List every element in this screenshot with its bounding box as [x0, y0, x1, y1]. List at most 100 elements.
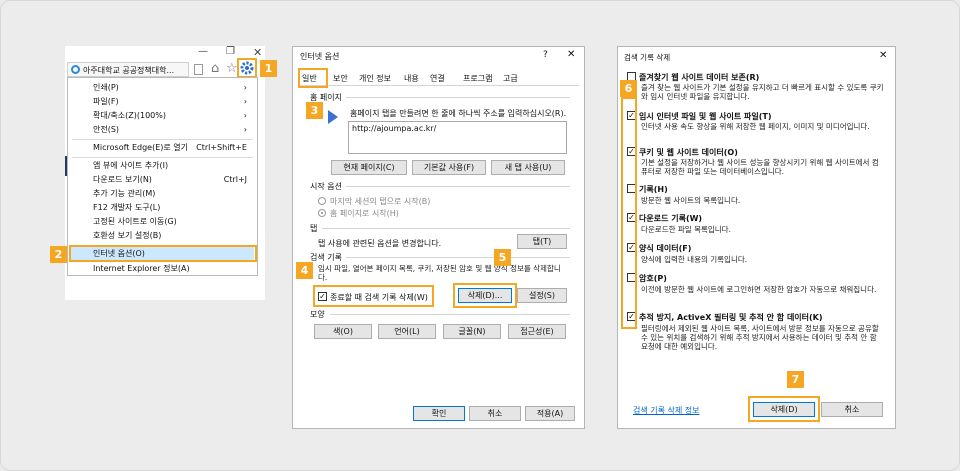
appearance-group: 모양 [310, 310, 325, 319]
new-tab-icon[interactable] [194, 64, 203, 75]
item-label-tracking-protection: 추적 방지, ActiveX 필터링 및 추적 안 함 데이터(K) [639, 313, 823, 322]
favorites-star-icon[interactable]: ☆ [226, 61, 238, 76]
tab-advanced[interactable]: 고급 [503, 72, 518, 86]
history-settings-button[interactable]: 설정(S) [517, 288, 567, 303]
tab-connections[interactable]: 연결 [430, 72, 445, 86]
menu-shortcut: Ctrl+Shift+E [196, 143, 247, 152]
tab-programs[interactable]: 프로그램 [463, 72, 492, 86]
delete-dialog-title: 검색 기록 삭제 [624, 53, 671, 62]
item-label-form-data: 양식 데이터(F) [639, 244, 692, 253]
item-label-passwords: 암호(P) [639, 274, 667, 283]
tabs-settings-button[interactable]: 탭(T) [517, 234, 567, 249]
step-badge-7: 7 [787, 371, 804, 388]
step-badge-5: 5 [494, 249, 511, 266]
item-label-cookies: 쿠키 및 웹 사이트 데이터(O) [639, 148, 738, 157]
highlight-checkboxes [621, 97, 637, 329]
highlight-general-tab [298, 68, 328, 88]
highlight-delete-on-exit [313, 285, 434, 307]
radio-last-session[interactable] [318, 197, 326, 205]
menu-item-addons[interactable]: 추가 기능 관리(M) [93, 188, 155, 200]
radio-home-page[interactable] [318, 209, 326, 217]
menu-separator [72, 139, 253, 140]
menu-item-compat-view[interactable]: 호환성 보기 설정(B) [93, 230, 161, 242]
delete-cancel-button[interactable]: 취소 [821, 402, 883, 417]
item-desc-form-data: 양식에 입력한 내용의 기록입니다. [641, 255, 748, 264]
dialog-title: 인터넷 옵션 [300, 52, 340, 61]
step-badge-3: 3 [306, 102, 323, 119]
item-label-history: 기록(H) [639, 185, 668, 194]
group-line [330, 314, 570, 315]
group-line [322, 228, 570, 229]
chevron-right-icon: › [243, 83, 247, 92]
tab-content[interactable]: 내용 [404, 72, 419, 86]
highlight-gear [237, 58, 257, 78]
step-badge-4: 4 [296, 262, 313, 279]
tabs-desc: 탭 사용에 관련된 옵션을 변경합니다. [318, 239, 442, 248]
home-page-desc: 홈페이지 탭을 만들려면 한 줄에 하나씩 주소를 입력하십시오(R). [350, 109, 567, 118]
group-line [346, 186, 570, 187]
accessibility-button[interactable]: 접근성(E) [508, 324, 566, 339]
cancel-button[interactable]: 취소 [469, 406, 521, 421]
step-badge-2: 2 [50, 246, 67, 263]
menu-item-about-ie[interactable]: Internet Explorer 정보(A) [93, 263, 190, 275]
colors-button[interactable]: 색(O) [314, 324, 372, 339]
ok-button[interactable]: 확인 [413, 406, 465, 421]
about-delete-history-link[interactable]: 검색 기록 삭제 정보 [633, 405, 700, 416]
startup-home-page-label: 홈 페이지로 시작(H) [330, 209, 399, 218]
apply-button[interactable]: 적용(A) [525, 406, 575, 421]
menu-item-safety[interactable]: 안전(S) [93, 124, 119, 136]
delete-dialog-close-button[interactable]: ✕ [879, 50, 887, 61]
item-desc-preserve-favorites: 즐겨 찾는 웹 사이트가 기본 설정을 유지하고 더 빠르게 표시할 수 있도록… [641, 83, 884, 101]
tab-security[interactable]: 보안 [333, 72, 348, 86]
home-arrow-icon [328, 110, 338, 124]
menu-separator [72, 157, 253, 158]
dialog-close-button[interactable]: ✕ [567, 49, 575, 60]
item-desc-downloads: 다운로드한 파일 목록입니다. [641, 225, 731, 234]
minimize-button[interactable]: — [198, 46, 208, 57]
item-label-preserve-favorites: 즐겨찾기 웹 사이트 데이터 보존(R) [639, 73, 760, 82]
home-page-group: 홈 페이지 [310, 93, 342, 102]
group-line [346, 257, 570, 258]
item-desc-tracking-protection: 필터링에서 제외된 웹 사이트 목록, 사이트에서 방문 정보를 자동으로 공유… [641, 324, 879, 351]
menu-item-downloads[interactable]: 다운로드 보기(N) [93, 174, 152, 186]
help-button[interactable]: ? [543, 50, 548, 60]
home-icon[interactable]: ⌂ [211, 61, 219, 76]
history-desc: 임시 파일, 열어본 페이지 목록, 쿠키, 저장된 암호 및 웹 양식 정보를… [318, 264, 561, 282]
current-page-button[interactable]: 현재 페이지(C) [331, 160, 407, 175]
chevron-right-icon: › [243, 111, 247, 120]
group-line [346, 97, 570, 98]
tab-privacy[interactable]: 개인 정보 [359, 72, 391, 86]
item-desc-history: 방문한 웹 사이트의 목록입니다. [641, 196, 741, 205]
menu-item-zoom[interactable]: 확대/축소(Z)(100%) [93, 110, 166, 122]
step-badge-6: 6 [620, 80, 637, 97]
item-desc-passwords: 이전에 방문한 웹 사이트에 로그인하면 저장한 암호가 자동으로 채워집니다. [641, 285, 877, 294]
menu-shortcut: Ctrl+J [223, 175, 247, 184]
chevron-right-icon: › [243, 97, 247, 106]
highlight-delete-final [748, 396, 820, 422]
highlight-internet-options [69, 245, 257, 262]
use-default-button[interactable]: 기본값 사용(F) [412, 160, 486, 175]
restore-button[interactable]: ❐ [226, 46, 235, 57]
home-url-textarea[interactable]: http://ajoumpa.ac.kr/ [348, 121, 567, 154]
menu-item-pinned-sites[interactable]: 고정된 사이트로 이동(G) [93, 216, 177, 228]
startup-group: 시작 옵션 [310, 182, 342, 191]
step-badge-1: 1 [260, 60, 277, 77]
item-desc-temp-files: 인터넷 사용 속도 향상을 위해 저장한 웹 페이지, 이미지 및 미디어입니다… [641, 122, 870, 131]
menu-item-print[interactable]: 인쇄(P) [93, 82, 119, 94]
browser-tab[interactable]: 아주대학교 공공정책대학... [67, 62, 189, 77]
delete-history-dialog [617, 46, 896, 429]
use-new-tab-button[interactable]: 새 탭 사용(U) [491, 160, 565, 175]
tabs-group: 탭 [310, 224, 318, 233]
item-desc-cookies: 기본 설정을 저장하거나 웹 사이트 성능을 향상시키기 위해 웹 사이트에서 … [641, 158, 879, 176]
fonts-button[interactable]: 글꼴(N) [443, 324, 501, 339]
menu-item-file[interactable]: 파일(F) [93, 96, 119, 108]
menu-item-devtools[interactable]: F12 개발자 도구(L) [93, 202, 160, 214]
startup-last-session-label: 마지막 세션의 탭으로 시작(B) [330, 197, 431, 206]
home-url-value: http://ajoumpa.ac.kr/ [352, 124, 437, 133]
history-group: 검색 기록 [310, 253, 342, 262]
menu-item-open-edge[interactable]: Microsoft Edge(E)로 열기 [93, 142, 188, 154]
menu-item-add-app-view[interactable]: 앱 뷰에 사이트 추가(I) [93, 160, 168, 172]
ie-logo-icon [71, 65, 80, 74]
item-label-downloads: 다운로드 기록(W) [639, 214, 703, 223]
languages-button[interactable]: 언어(L) [378, 324, 436, 339]
